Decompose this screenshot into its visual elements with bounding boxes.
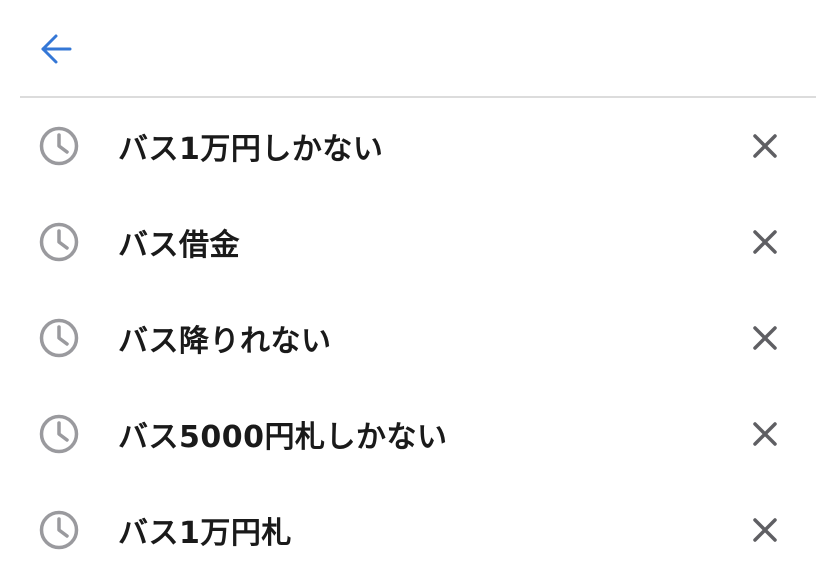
close-icon <box>753 422 777 446</box>
clock-icon <box>38 413 80 455</box>
arrow-left-icon <box>41 34 72 64</box>
remove-history-button[interactable] <box>744 413 786 455</box>
list-item: バス1万円札 <box>0 482 828 578</box>
list-item: バス5000円札しかない <box>0 386 828 482</box>
close-icon <box>753 326 777 350</box>
list-item: バス借金 <box>0 194 828 290</box>
history-item-label[interactable]: バス借金 <box>118 220 240 264</box>
close-icon <box>753 134 777 158</box>
history-item-label[interactable]: バス5000円札しかない <box>118 412 448 456</box>
remove-history-button[interactable] <box>744 221 786 263</box>
remove-history-button[interactable] <box>744 317 786 359</box>
close-icon <box>753 518 777 542</box>
top-bar <box>0 0 828 96</box>
list-item: バス降りれない <box>0 290 828 386</box>
history-item-label[interactable]: バス降りれない <box>118 316 332 360</box>
search-history-list: バス1万円しかない バス借金 バス降りれない バス5000円札しかない バス1万… <box>0 98 828 578</box>
clock-icon <box>38 221 80 263</box>
list-item: バス1万円しかない <box>0 98 828 194</box>
remove-history-button[interactable] <box>744 125 786 167</box>
clock-icon <box>38 125 80 167</box>
clock-icon <box>38 317 80 359</box>
remove-history-button[interactable] <box>744 509 786 551</box>
history-item-label[interactable]: バス1万円しかない <box>118 124 383 168</box>
clock-icon <box>38 509 80 551</box>
close-icon <box>753 230 777 254</box>
back-button[interactable] <box>34 27 78 71</box>
history-item-label[interactable]: バス1万円札 <box>118 508 292 552</box>
